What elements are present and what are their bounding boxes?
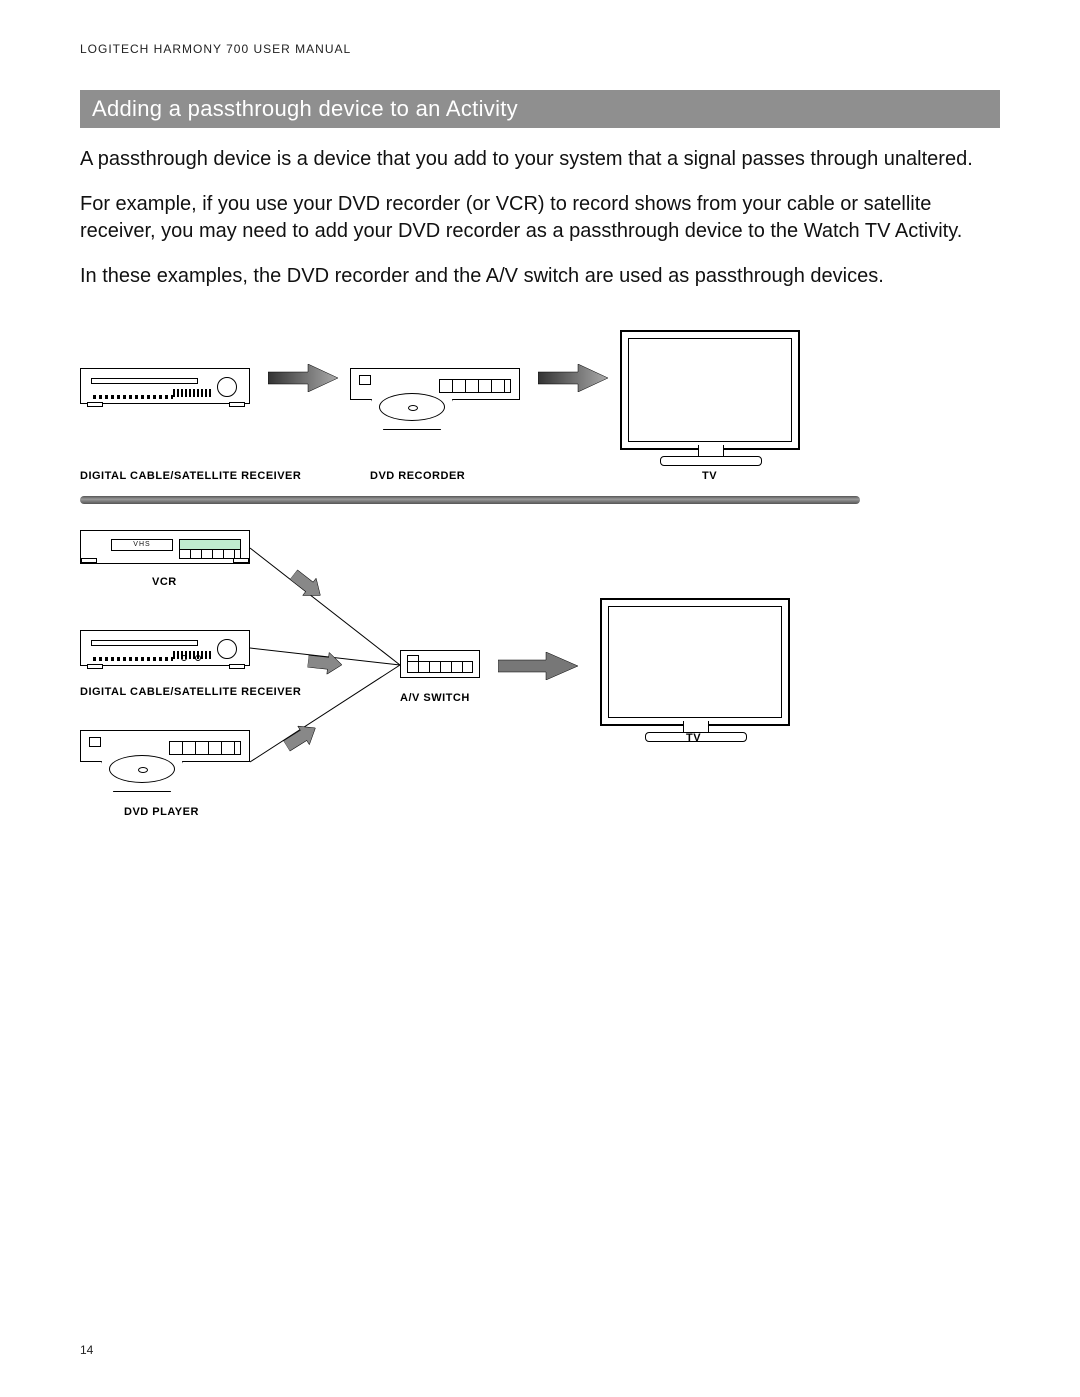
cable-receiver-icon (80, 630, 250, 666)
diagram-divider (80, 496, 860, 504)
passthrough-diagram: DIGITAL CABLE/SATELLITE RECEIVER DVD REC… (80, 330, 860, 860)
paragraph-3: In these examples, the DVD recorder and … (80, 263, 1000, 290)
tv-icon (600, 598, 790, 726)
av-switch-icon (400, 650, 480, 678)
vcr-label: VCR (152, 576, 177, 588)
vhs-tape-label: VHS (111, 539, 173, 551)
section-title-bar: Adding a passthrough device to an Activi… (80, 90, 1000, 128)
arrow-right-icon (268, 364, 338, 392)
dvd-player-icon (80, 730, 250, 762)
manual-page: LOGITECH HARMONY 700 USER MANUAL Adding … (0, 0, 1080, 1397)
paragraph-2: For example, if you use your DVD recorde… (80, 191, 1000, 245)
cable-receiver-label: DIGITAL CABLE/SATELLITE RECEIVER (80, 470, 301, 482)
dvd-player-label: DVD PLAYER (124, 806, 199, 818)
paragraph-1: A passthrough device is a device that yo… (80, 146, 1000, 173)
tv-icon (620, 330, 800, 450)
tv-label: TV (686, 732, 701, 744)
dvd-recorder-icon (350, 368, 520, 400)
vcr-icon: VHS (80, 530, 250, 564)
arrow-right-icon (538, 364, 608, 392)
arrowhead-icon (307, 650, 343, 675)
dvd-recorder-label: DVD RECORDER (370, 470, 465, 482)
tv-label: TV (702, 470, 717, 482)
arrow-right-icon (498, 652, 578, 680)
cable-receiver-icon (80, 368, 250, 404)
av-switch-label: A/V SWITCH (400, 692, 470, 704)
document-header: LOGITECH HARMONY 700 USER MANUAL (80, 42, 1000, 56)
page-number: 14 (80, 1343, 93, 1357)
